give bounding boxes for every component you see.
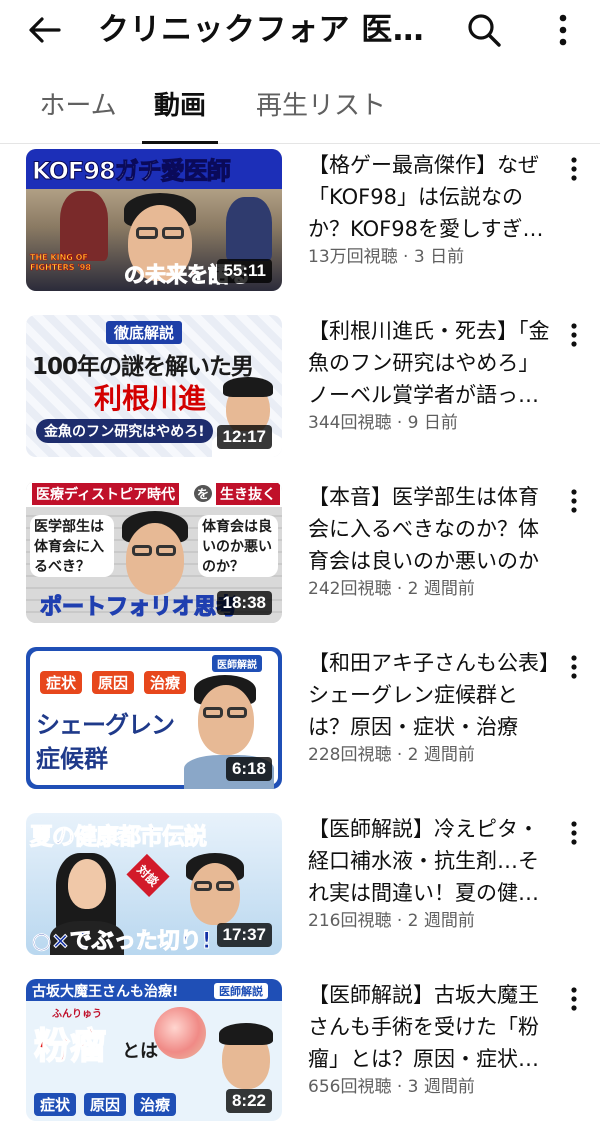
video-more-button[interactable] — [560, 317, 588, 353]
cyst-image — [154, 1007, 206, 1059]
video-item[interactable]: 医療ディストピア時代 を 生き抜く 医学部生は体育会に入るべき？ 体育会は良いの… — [0, 477, 600, 643]
video-item[interactable]: 夏の健康都市伝説 対談 ○×でぶった切り! 17:37 【医師解説】冷えピタ・経… — [0, 809, 600, 975]
more-options-button[interactable] — [546, 8, 580, 52]
person-face — [68, 859, 106, 909]
channel-tabs: ホーム 動画 再生リスト — [0, 74, 600, 144]
thumb-tag: 医師解説 — [214, 983, 268, 999]
duration-badge: 55:11 — [217, 259, 272, 283]
search-icon — [468, 14, 501, 47]
duration-badge: 6:18 — [225, 757, 272, 781]
thumb-tag: 原因 — [84, 1093, 127, 1116]
more-vert-icon — [571, 987, 577, 1011]
thumb-text: 症候群 — [36, 745, 108, 773]
thumb-logo-text: THE KING OF FIGHTERS '98 — [30, 253, 91, 273]
duration-badge: 17:37 — [216, 923, 272, 947]
person-face — [126, 523, 184, 595]
thumb-text: 粉瘤 — [33, 1025, 107, 1068]
more-vert-icon — [571, 655, 577, 679]
more-vert-icon — [559, 14, 567, 46]
thumb-tag: 治療 — [134, 1093, 177, 1116]
video-meta: 216回視聴 · 2 週間前 — [308, 911, 475, 931]
video-title[interactable]: 【利根川進氏・死去】「金魚のフン研究はやめろ」ノーベル賞学者が語った言葉 — [308, 315, 554, 415]
video-title[interactable]: 【本音】医学部生は体育会に入るべきなのか？体育会は良いのか悪いのか — [308, 481, 554, 581]
video-more-button[interactable] — [560, 483, 588, 519]
video-thumbnail[interactable]: 徹底解説 100年の謎を解いた男 利根川進 金魚のフン研究はやめろ! 12:17 — [26, 315, 282, 457]
video-item[interactable]: 症状 原因 治療 医師解説 シェーグレン 症候群 6:18 【和田アキ子さんも公… — [0, 643, 600, 809]
video-more-button[interactable] — [560, 815, 588, 851]
video-thumbnail[interactable]: KOF98ガチ愛医師 THE KING OF FIGHTERS '98 の未来を… — [26, 149, 282, 291]
video-item[interactable]: 古坂大魔王さんも治療! 医師解説 ふんりゅう 粉瘤 とは 症状 原因 治療 8:… — [0, 975, 600, 1141]
video-more-button[interactable] — [560, 649, 588, 685]
duration-badge: 8:22 — [225, 1089, 272, 1113]
video-meta: 656回視聴 · 3 週間前 — [308, 1077, 475, 1097]
video-more-button[interactable] — [560, 981, 588, 1017]
tab-playlists[interactable]: 再生リスト — [256, 74, 386, 144]
thumb-bubble: 医学部生は体育会に入るべき？ — [30, 515, 114, 577]
more-vert-icon — [571, 323, 577, 347]
video-item[interactable]: 徹底解説 100年の謎を解いた男 利根川進 金魚のフン研究はやめろ! 12:17… — [0, 311, 600, 477]
thumb-text: 夏の健康都市伝説 — [30, 824, 208, 851]
video-item[interactable]: KOF98ガチ愛医師 THE KING OF FIGHTERS '98 の未来を… — [0, 145, 600, 311]
video-meta: 242回視聴 · 2 週間前 — [308, 579, 475, 599]
back-button[interactable] — [18, 8, 70, 52]
thumb-tag: 症状 — [34, 1093, 77, 1116]
thumb-text: シェーグレン — [36, 711, 175, 739]
more-vert-icon — [571, 821, 577, 845]
video-meta: 13万回視聴 · 3 日前 — [308, 247, 465, 267]
thumb-text: KOF98ガチ愛医師 — [32, 157, 232, 186]
video-thumbnail[interactable]: 古坂大魔王さんも治療! 医師解説 ふんりゅう 粉瘤 とは 症状 原因 治療 8:… — [26, 979, 282, 1121]
video-title[interactable]: 【医師解説】冷えピタ・経口補水液・抗生剤…それ実は間違い！夏の健康都市伝説 — [308, 813, 554, 913]
thumb-text: ポートフォリオ思考 — [39, 594, 239, 620]
video-thumbnail[interactable]: 夏の健康都市伝説 対談 ○×でぶった切り! 17:37 — [26, 813, 282, 955]
tab-home[interactable]: ホーム — [26, 74, 130, 144]
video-title[interactable]: 【医師解説】古坂大魔王さんも手術を受けた「粉瘤」とは？原因・症状・治療 — [308, 979, 554, 1079]
channel-title: クリニックフォア 医学チャンネル — [98, 12, 428, 48]
video-meta: 228回視聴 · 2 週間前 — [308, 745, 475, 765]
more-vert-icon — [571, 489, 577, 513]
person-face — [198, 685, 254, 755]
duration-badge: 12:17 — [216, 425, 272, 449]
video-more-button[interactable] — [560, 151, 588, 187]
thumb-tag: 医師解説 — [212, 655, 262, 672]
thumb-tag: 治療 — [144, 671, 187, 694]
more-vert-icon — [571, 157, 577, 181]
video-title[interactable]: 【和田アキ子さんも公表】シェーグレン症候群とは？原因・症状・治療 — [308, 647, 554, 747]
duration-badge: 18:38 — [216, 591, 272, 615]
video-thumbnail[interactable]: 症状 原因 治療 医師解説 シェーグレン 症候群 6:18 — [26, 647, 282, 789]
thumb-tag: 原因 — [92, 671, 135, 694]
video-meta: 344回視聴 · 9 日前 — [308, 413, 458, 433]
video-title[interactable]: 【格ゲー最高傑作】なぜ「KOF98」は伝説なのか？KOF98を愛しすぎた医師が語… — [308, 149, 554, 249]
person-face — [190, 863, 240, 925]
thumb-text: 100年の謎を解いた男 — [32, 354, 254, 380]
thumb-tag: 徹底解説 — [106, 321, 183, 344]
thumb-tag: 症状 — [40, 671, 83, 694]
thumb-tag: 医療ディストピア時代 — [32, 483, 180, 505]
back-arrow-icon — [29, 17, 61, 43]
thumb-text: ○×でぶった切り! — [32, 929, 213, 955]
tab-videos[interactable]: 動画 — [142, 74, 218, 144]
video-thumbnail[interactable]: 医療ディストピア時代 を 生き抜く 医学部生は体育会に入るべき？ 体育会は良いの… — [26, 481, 282, 623]
thumb-banner: 金魚のフン研究はやめろ! — [36, 419, 213, 443]
thumb-text: 利根川進 — [94, 382, 207, 415]
thumb-tag: 対談 — [126, 853, 170, 898]
search-button[interactable] — [458, 6, 510, 54]
app-bar: クリニックフォア 医学チャンネル — [0, 0, 600, 60]
thumb-text: 古坂大魔王さんも治療! — [32, 984, 179, 1000]
thumb-bubble: 体育会は良いのか悪いのか？ — [198, 515, 278, 577]
